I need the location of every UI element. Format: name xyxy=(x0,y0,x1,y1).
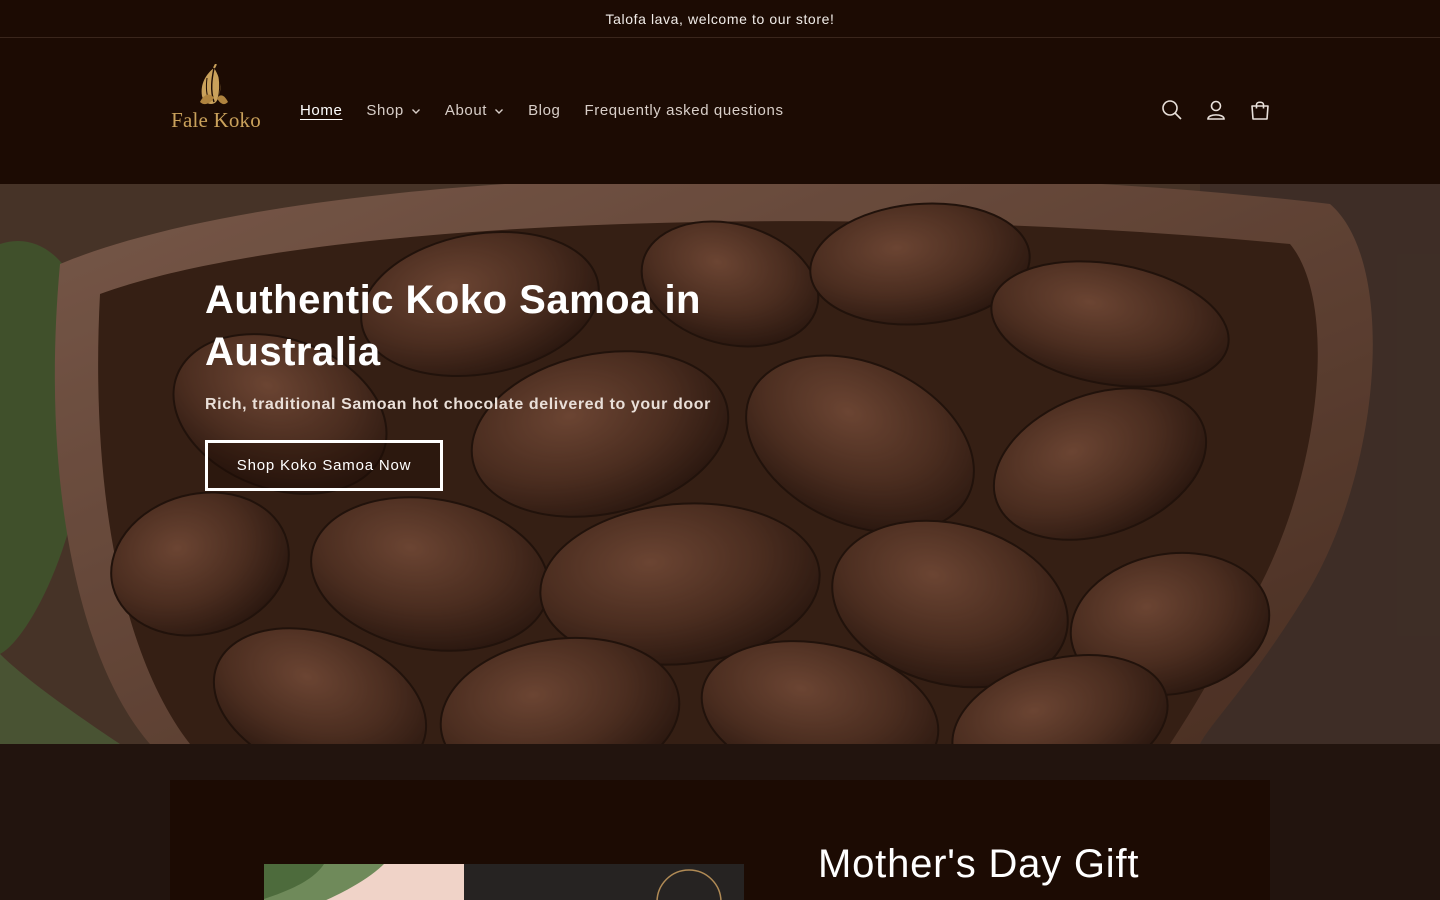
chevron-down-icon xyxy=(411,109,420,114)
nav-item-about[interactable]: About xyxy=(433,94,516,126)
header-icons xyxy=(1150,88,1282,132)
account-icon xyxy=(1207,100,1225,120)
store-logo[interactable]: Fale Koko xyxy=(170,64,262,134)
search-button[interactable] xyxy=(1150,88,1194,132)
nav-item-faq[interactable]: Frequently asked questions xyxy=(573,94,796,126)
nav-item-blog[interactable]: Blog xyxy=(516,94,572,126)
nav-item-label: About xyxy=(444,101,488,119)
gift-box-graphic xyxy=(264,864,744,900)
nav-item-label: Home xyxy=(300,101,343,119)
cart-button[interactable] xyxy=(1238,88,1282,132)
logo-text: Fale Koko xyxy=(171,108,261,132)
hero-banner: Authentic Koko Samoa in Australia Rich, … xyxy=(0,184,1440,744)
nav-item-label: Frequently asked questions xyxy=(584,101,784,119)
nav-item-label: Blog xyxy=(528,101,561,119)
shop-now-button[interactable]: Shop Koko Samoa Now xyxy=(205,440,443,491)
cart-icon xyxy=(1251,101,1269,120)
search-icon xyxy=(1162,100,1182,120)
nav-item-home[interactable]: Home xyxy=(288,94,354,126)
announcement-text: Talofa lava, welcome to our store! xyxy=(605,10,835,27)
main-nav: Home Shop About Blog Frequently asked qu… xyxy=(288,94,796,126)
site-header: Fale Koko Home Shop About Blog Frequentl… xyxy=(0,38,1440,184)
gift-box-image xyxy=(264,864,744,900)
hero-content: Authentic Koko Samoa in Australia Rich, … xyxy=(205,274,765,491)
feature-title: Mother's Day Gift xyxy=(818,842,1140,886)
featured-product-section: Mother's Day Gift xyxy=(170,780,1270,900)
hero-title: Authentic Koko Samoa in Australia xyxy=(205,278,701,374)
announcement-bar: Talofa lava, welcome to our store! xyxy=(0,0,1440,38)
nav-item-label: Shop xyxy=(366,101,404,119)
hero-subtitle: Rich, traditional Samoan hot chocolate d… xyxy=(205,396,711,413)
cacao-pod-icon xyxy=(200,64,228,105)
nav-item-shop[interactable]: Shop xyxy=(354,94,432,126)
chevron-down-icon xyxy=(495,109,504,114)
account-button[interactable] xyxy=(1194,88,1238,132)
